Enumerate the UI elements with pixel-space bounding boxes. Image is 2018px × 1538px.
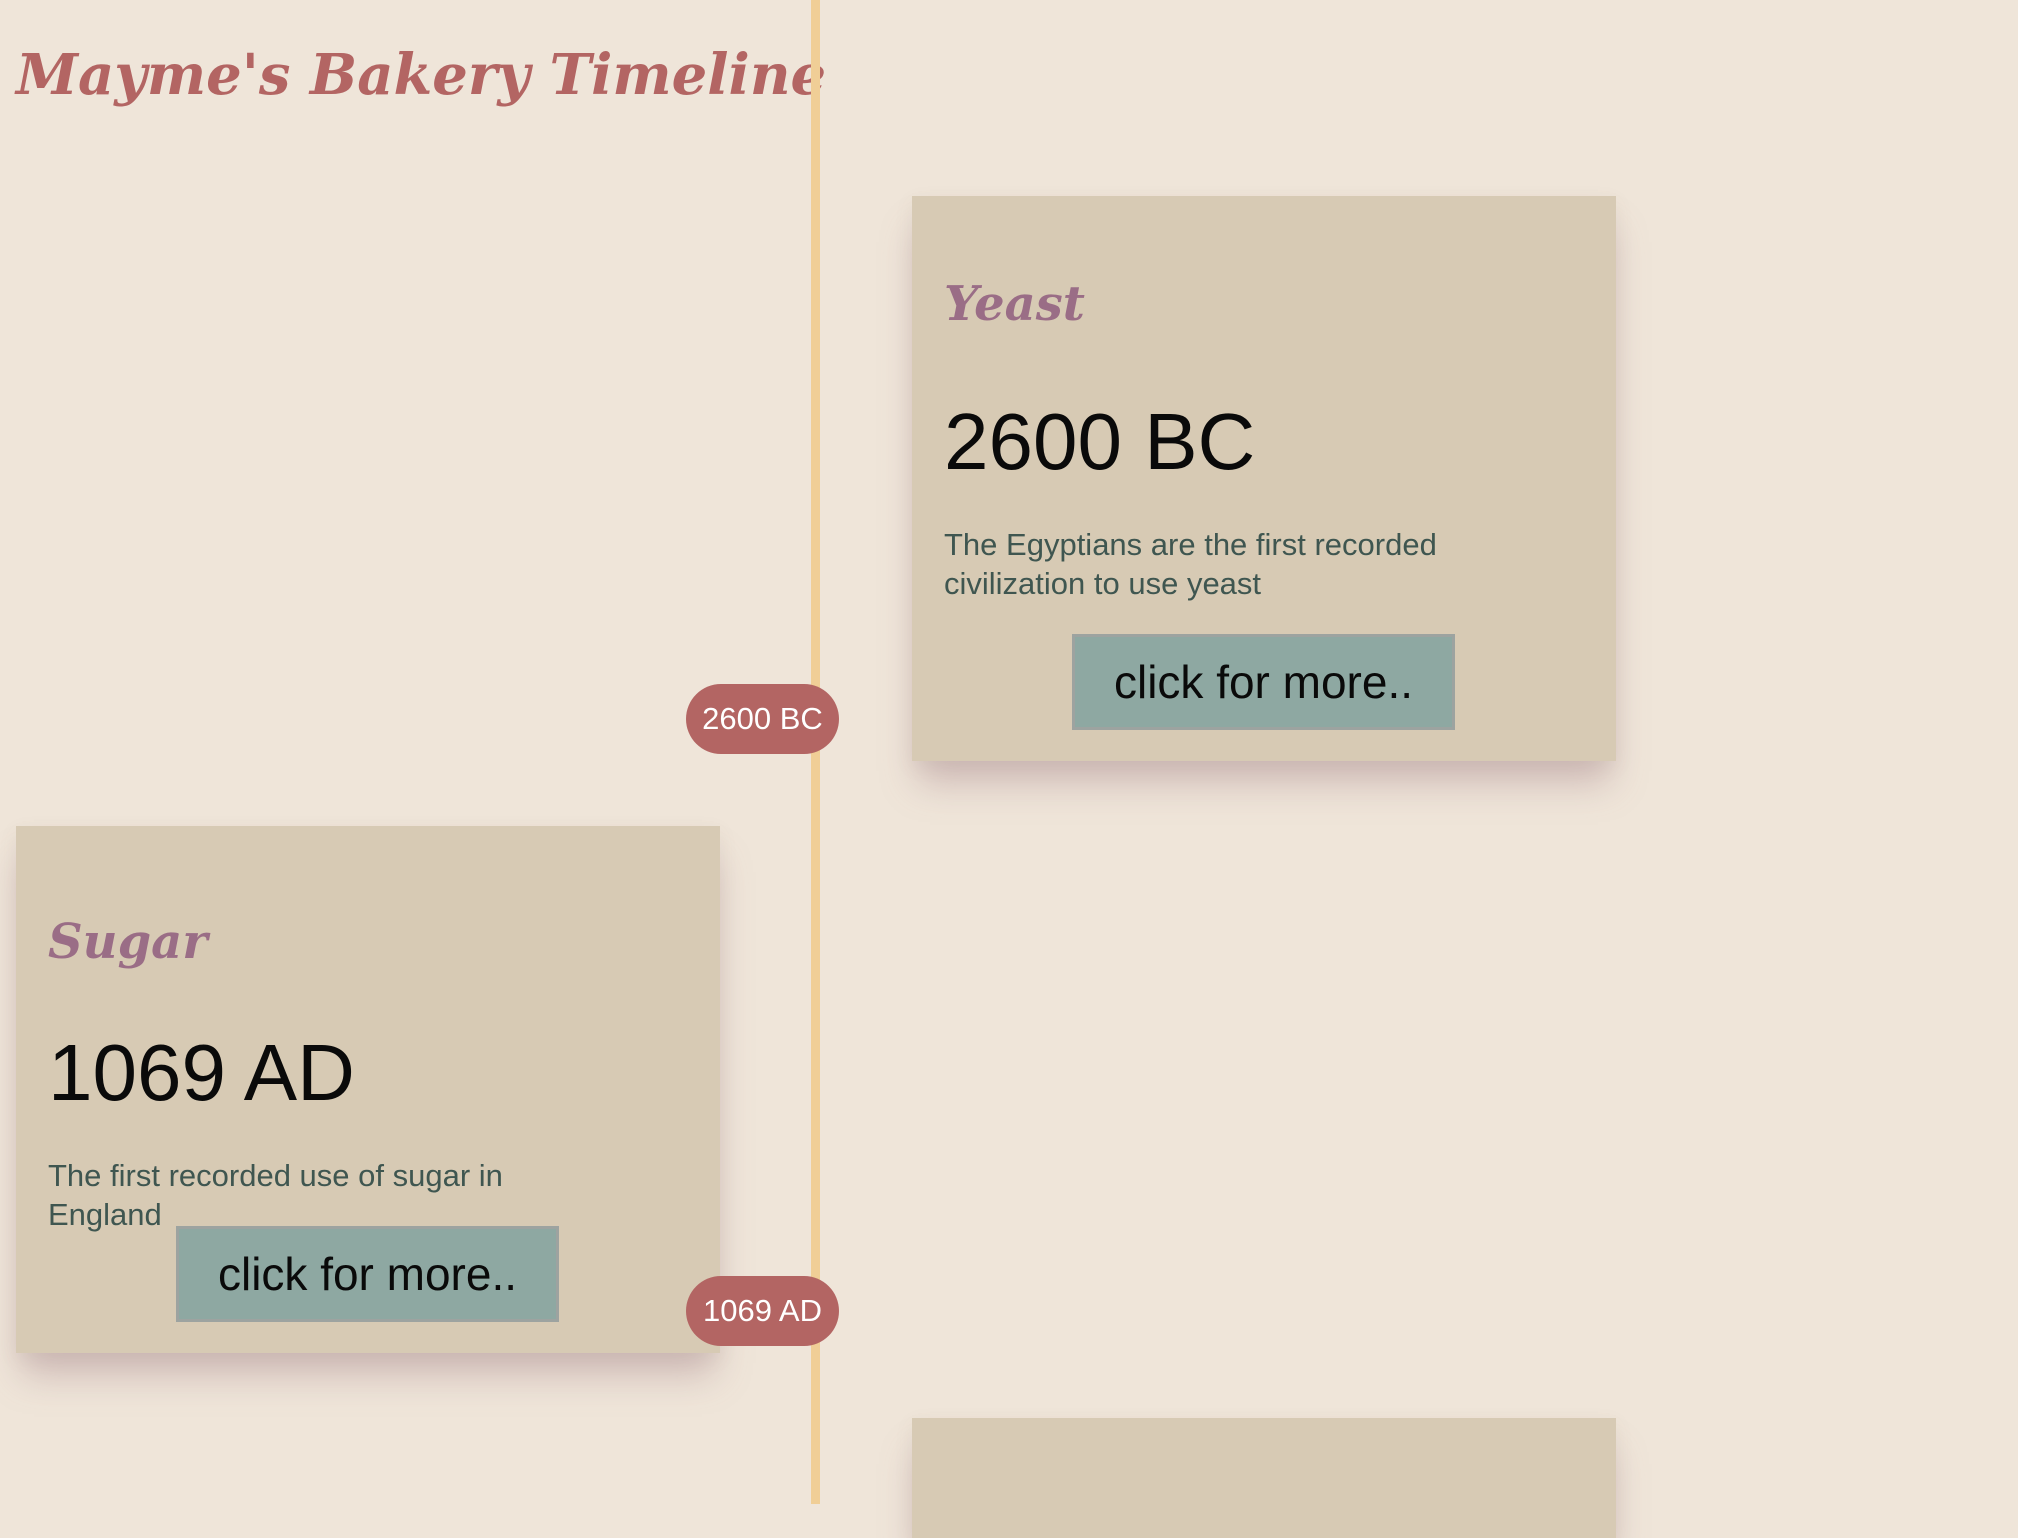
click-for-more-button[interactable]: click for more.. [176,1226,559,1322]
timeline-date-marker: 2600 BC [686,684,839,754]
timeline-card-yeast: Yeast 2600 BC The Egyptians are the firs… [912,196,1616,761]
click-for-more-button[interactable]: click for more.. [1072,634,1455,730]
timeline-card-sugar: Sugar 1069 AD The first recorded use of … [16,826,720,1353]
card-date: 2600 BC [944,397,1256,486]
card-heading: Sugar [48,914,208,970]
card-description: The Egyptians are the first recorded civ… [944,527,1437,601]
card-description: The first recorded use of sugar in Engla… [48,1158,503,1232]
timeline-date-marker: 1069 AD [686,1276,839,1346]
page-title: Mayme's Bakery Timeline [16,42,827,108]
card-heading: Yeast [944,276,1085,332]
card-date: 1069 AD [48,1028,355,1117]
timeline-card [912,1418,1616,1538]
